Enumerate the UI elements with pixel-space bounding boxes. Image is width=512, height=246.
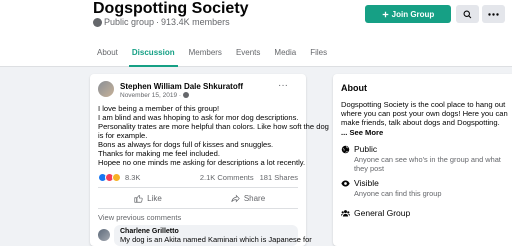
globe-icon (93, 17, 102, 27)
haha-reaction-icon (112, 173, 121, 182)
divider (98, 208, 298, 209)
view-previous-comments-link[interactable]: View previous comments (98, 213, 181, 222)
post-options-icon[interactable]: ··· (278, 80, 288, 91)
eye-icon (341, 180, 350, 187)
about-item-label: General Group (354, 208, 411, 218)
post-line: Personality trates are more helpful than… (98, 122, 329, 131)
comment-text: My dog is an Akita named Kaminari which … (120, 235, 312, 244)
globe-icon (341, 145, 350, 154)
privacy-label: Public group (104, 17, 155, 27)
about-item-sub-line: they post (354, 164, 384, 173)
search-icon (463, 10, 472, 18)
commenter-avatar[interactable] (98, 229, 110, 241)
post-stats: 2.1K Comments 181 Shares (200, 173, 298, 182)
about-line: Dogspotting Society is the cool place to… (341, 100, 506, 109)
post-date-row: November 15, 2019 · (120, 92, 189, 99)
divider (98, 187, 298, 188)
reactions-row: 8.3K 2.1K Comments 181 Shares (98, 173, 298, 182)
post-line: is for example. (98, 131, 148, 140)
tab-discussion[interactable]: Discussion (125, 38, 182, 67)
post-card: Stephen William Dale Shkuratoff November… (90, 74, 329, 246)
join-group-button[interactable]: Join Group (365, 5, 451, 23)
share-button[interactable]: Share (198, 190, 298, 206)
ellipsis-icon (488, 12, 499, 16)
about-card: About Dogspotting Society is the cool pl… (333, 74, 512, 246)
share-count[interactable]: 181 Shares (260, 173, 298, 182)
share-label: Share (243, 193, 266, 203)
tab-members[interactable]: Members (182, 38, 229, 67)
people-icon (341, 210, 350, 217)
reaction-count[interactable]: 8.3K (125, 173, 140, 182)
post-actions: Like Share (98, 190, 298, 206)
member-count[interactable]: 913.4K members (161, 17, 230, 27)
about-item-label: Public (354, 144, 378, 154)
like-button[interactable]: Like (98, 190, 198, 206)
comment-bubble: Charlene Grilletto My dog is an Akita na… (114, 225, 312, 246)
about-item-sub-line: Anyone can find this group (354, 189, 442, 198)
meta-separator: · (156, 17, 160, 27)
share-icon (231, 194, 240, 202)
more-options-button[interactable] (482, 5, 505, 23)
thumbs-up-icon (134, 194, 143, 203)
about-item-sub: Anyone can see who's in the group and wh… (354, 155, 501, 173)
about-item-sub: Anyone can find this group (354, 189, 442, 198)
post-author[interactable]: Stephen William Dale Shkuratoff (120, 82, 243, 91)
about-title: About (341, 83, 367, 93)
about-line: where you can post your own dogs! Here y… (341, 109, 508, 119)
tab-files[interactable]: Files (303, 38, 334, 67)
post-line: Bons as always for dogs full of kisses a… (98, 140, 274, 149)
see-more-link[interactable]: ... See More (341, 128, 383, 137)
group-header: Dogspotting Society Public group · 913.4… (0, 0, 512, 67)
audience-globe-icon (182, 92, 189, 99)
post-line: I love being a member of this group! (98, 104, 220, 113)
group-title[interactable]: Dogspotting Society (93, 0, 249, 18)
about-line: make friends, talk about dogs and Dogspo… (341, 118, 500, 128)
join-group-label: Join Group (391, 9, 435, 19)
post-date[interactable]: November 15, 2019 · (120, 92, 183, 99)
like-label: Like (147, 193, 162, 203)
tab-media[interactable]: Media (267, 38, 303, 67)
reaction-icons[interactable] (98, 173, 121, 182)
about-item-label: Visible (354, 178, 379, 188)
search-button[interactable] (456, 5, 479, 23)
plus-icon (382, 11, 388, 17)
author-avatar[interactable] (98, 81, 114, 97)
tab-events[interactable]: Events (229, 38, 267, 67)
post-body: I love being a member of this group! I a… (98, 104, 329, 167)
post-line: Thanks for making me feel included. (98, 149, 220, 158)
post-line: I am blind and was hhoping to ask for mo… (98, 113, 299, 122)
comment-author[interactable]: Charlene Grilletto (120, 228, 292, 235)
about-description: Dogspotting Society is the cool place to… (341, 100, 509, 137)
comment-count[interactable]: 2.1K Comments (200, 173, 254, 182)
about-item-sub-line: Anyone can see who's in the group and wh… (354, 155, 501, 164)
post-line: Hopee no one minds me asking for descrip… (98, 158, 306, 167)
group-tabs: About Discussion Members Events Media Fi… (90, 38, 334, 67)
group-meta: Public group · 913.4K members (93, 17, 230, 27)
tab-about[interactable]: About (90, 38, 125, 67)
